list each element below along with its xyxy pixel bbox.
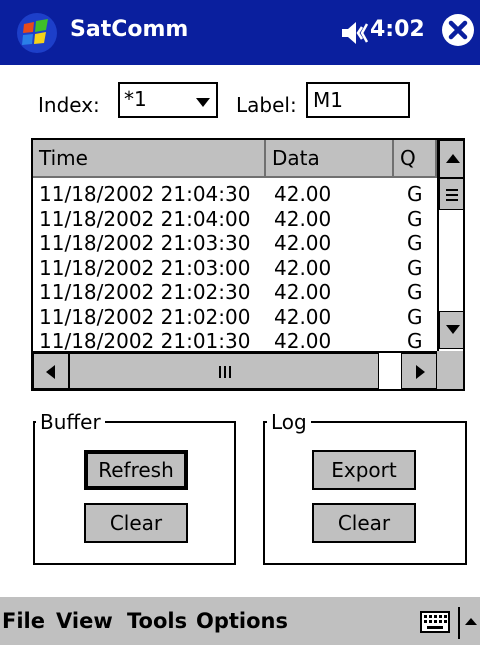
cell-q: G — [407, 304, 423, 329]
buffer-clear-button[interactable]: Clear — [84, 503, 188, 543]
cell-time: 11/18/2002 21:02:00 — [39, 304, 251, 329]
divider — [458, 607, 460, 639]
close-icon[interactable] — [441, 13, 475, 47]
table-row[interactable]: 11/18/2002 21:03:30 42.00 G — [33, 231, 437, 256]
table-row[interactable]: 11/18/2002 21:02:30 42.00 G — [33, 280, 437, 305]
grip-line — [224, 366, 226, 378]
cell-data: 42.00 — [274, 231, 332, 255]
menu-view[interactable]: View — [56, 609, 113, 633]
scroll-right-button[interactable] — [401, 353, 437, 389]
speaker-icon[interactable] — [338, 18, 372, 48]
column-header-data[interactable]: Data — [266, 140, 394, 178]
cell-time: 11/18/2002 21:04:30 — [39, 182, 251, 206]
menu-file[interactable]: File — [2, 609, 45, 633]
cell-data: 42.00 — [274, 280, 332, 304]
log-group — [263, 421, 467, 565]
label-label: Label: — [236, 93, 297, 117]
index-label: Index: — [38, 93, 100, 117]
cell-data: 42.00 — [274, 182, 332, 206]
log-clear-button[interactable]: Clear — [312, 503, 416, 543]
grip-line — [446, 194, 458, 196]
scroll-up-button[interactable] — [439, 140, 463, 178]
grip-line — [229, 366, 231, 378]
cell-q: G — [407, 206, 423, 231]
cell-time: 11/18/2002 21:04:00 — [39, 206, 251, 231]
scroll-left-button[interactable] — [33, 353, 69, 389]
column-header-time[interactable]: Time — [33, 140, 266, 178]
log-group-title: Log — [267, 410, 311, 434]
clock[interactable]: 4:02 — [370, 17, 425, 42]
arrow-down-icon — [446, 325, 460, 334]
log-export-button[interactable]: Export — [312, 450, 416, 490]
cell-q: G — [407, 329, 423, 350]
menu-tools[interactable]: Tools — [127, 609, 187, 633]
arrow-up-icon — [446, 154, 460, 163]
vertical-scroll-thumb[interactable] — [439, 178, 463, 210]
label-field[interactable]: M1 — [306, 82, 410, 118]
cell-time: 11/18/2002 21:03:30 — [39, 231, 251, 255]
horizontal-scrollbar[interactable] — [33, 351, 437, 389]
buffer-group — [33, 421, 236, 565]
data-table[interactable]: Time Data Q 11/18/2002 21:04:30 42.00 G … — [31, 138, 465, 391]
cell-time: 11/18/2002 21:01:30 — [39, 329, 251, 350]
index-dropdown[interactable]: *1 — [118, 82, 218, 118]
arrow-left-icon — [46, 365, 55, 379]
cell-q: G — [407, 280, 423, 304]
column-header-q[interactable]: Q — [394, 140, 437, 178]
cell-data: 42.00 — [274, 206, 332, 231]
app-title: SatComm — [70, 17, 189, 42]
windows-flag-icon[interactable] — [16, 12, 58, 54]
table-row[interactable]: 11/18/2002 21:04:30 42.00 G — [33, 182, 437, 207]
cell-data: 42.00 — [274, 255, 332, 280]
scrollbar-corner — [437, 351, 463, 389]
table-row[interactable]: 11/18/2002 21:02:00 42.00 G — [33, 305, 437, 330]
horizontal-scroll-thumb[interactable] — [69, 353, 379, 389]
table-row[interactable]: 11/18/2002 21:04:00 42.00 G — [33, 207, 437, 232]
grip-line — [446, 189, 458, 191]
menu-bar: File View Tools Options — [0, 595, 480, 645]
chevron-down-icon[interactable] — [196, 98, 210, 107]
label-value: M1 — [313, 88, 343, 112]
title-bar: SatComm 4:02 — [0, 0, 480, 65]
buffer-group-title: Buffer — [36, 410, 105, 434]
keyboard-icon[interactable] — [420, 611, 450, 633]
cell-data: 42.00 — [274, 329, 332, 350]
cell-data: 42.00 — [274, 304, 332, 329]
index-value: *1 — [124, 87, 147, 111]
scroll-down-button[interactable] — [439, 311, 463, 349]
cell-time: 11/18/2002 21:02:30 — [39, 280, 251, 304]
table-row[interactable]: 11/18/2002 21:01:30 42.00 G — [33, 329, 437, 350]
grip-line — [219, 366, 221, 378]
buffer-refresh-button[interactable]: Refresh — [84, 450, 188, 490]
menu-options[interactable]: Options — [196, 609, 288, 633]
horizontal-scroll-track[interactable] — [379, 353, 401, 389]
table-row[interactable]: 11/18/2002 21:03:00 42.00 G — [33, 256, 437, 281]
vertical-scrollbar[interactable] — [437, 140, 463, 351]
arrow-right-icon — [416, 365, 425, 379]
cell-q: G — [407, 255, 423, 280]
grip-line — [446, 199, 458, 201]
cell-time: 11/18/2002 21:03:00 — [39, 255, 251, 280]
cell-q: G — [407, 231, 423, 255]
table-rows: 11/18/2002 21:04:30 42.00 G 11/18/2002 2… — [33, 178, 437, 350]
chevron-up-icon[interactable] — [462, 610, 480, 634]
cell-q: G — [407, 182, 423, 206]
